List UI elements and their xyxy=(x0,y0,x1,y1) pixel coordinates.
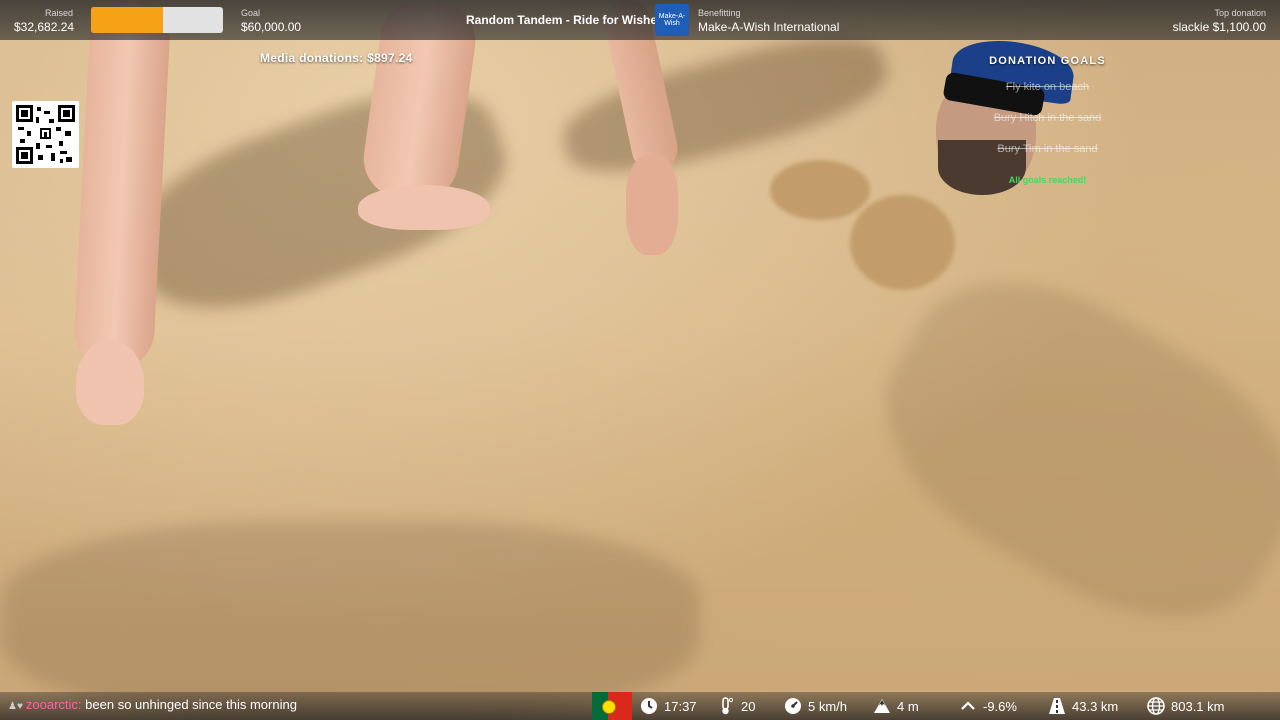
chat-badge-icon: ♟♥ xyxy=(8,701,23,712)
temperature-stat: 20 xyxy=(717,697,755,715)
donation-goals-title: DONATION GOALS xyxy=(989,55,1106,67)
left-leg xyxy=(72,0,172,372)
goals-status: All goals reached! xyxy=(1008,175,1087,185)
time-stat: 17:37 xyxy=(640,697,697,715)
mountain-icon xyxy=(874,699,890,713)
bottom-bar: ♟♥ zooarctic: been so unhinged since this… xyxy=(0,692,1280,720)
altitude-stat: 4 m xyxy=(873,697,919,715)
portugal-flag-icon xyxy=(592,692,632,720)
goal-label: Goal xyxy=(241,8,261,18)
altitude-value: 4 m xyxy=(897,698,919,714)
clock-icon xyxy=(641,698,657,714)
top-donation-value: slackie $1,100.00 xyxy=(1172,20,1266,34)
goal-value: $60,000.00 xyxy=(241,20,302,34)
benefitting-label: Benefitting xyxy=(698,8,741,18)
temperature-value: 20 xyxy=(741,698,756,714)
top-donation-label: Top donation xyxy=(1214,8,1266,18)
thermometer-icon xyxy=(722,697,734,715)
raised-label: Raised xyxy=(45,8,74,18)
chevron-up-icon xyxy=(961,701,975,710)
total-distance-value: 803.1 km xyxy=(1171,698,1225,714)
goal-item: Bury Tim in the sand xyxy=(997,143,1098,155)
distance-stat: 43.3 km xyxy=(1048,697,1118,715)
chat-text: been so unhinged since this morning xyxy=(85,697,297,712)
chat-username: zooarctic: xyxy=(25,697,82,712)
speedometer-icon xyxy=(785,698,801,714)
speed-value: 5 km/h xyxy=(808,698,848,714)
donation-progress-bar xyxy=(91,7,223,33)
goal-item: Fly kite on beach xyxy=(1005,81,1090,93)
left-foot xyxy=(76,340,144,425)
qr-code-icon[interactable] xyxy=(12,101,79,168)
goal-item: Bury Hitch in the sand xyxy=(993,112,1102,124)
globe-icon xyxy=(1147,697,1165,715)
right-foot xyxy=(358,185,490,230)
benefitting-value: Make-A-Wish International xyxy=(698,20,840,34)
speed-stat: 5 km/h xyxy=(784,697,847,715)
media-donations: Media donations: $897.24 xyxy=(260,51,413,65)
qr-code-icon xyxy=(16,105,75,164)
hand xyxy=(626,155,678,255)
make-a-wish-logo: Make-A-Wish xyxy=(655,4,689,36)
progress-fill xyxy=(91,7,163,33)
incline-value: -9.6% xyxy=(983,698,1017,714)
road-icon xyxy=(1049,698,1065,714)
distance-value: 43.3 km xyxy=(1072,698,1119,714)
chat-message: ♟♥ zooarctic: been so unhinged since this… xyxy=(8,697,297,712)
top-bar: Raised $32,682.24 Goal $60,000.00 Random… xyxy=(0,0,1280,40)
time-value: 17:37 xyxy=(664,698,697,714)
total-distance-stat: 803.1 km xyxy=(1147,697,1224,715)
incline-stat: -9.6% xyxy=(959,697,1017,715)
raised-value: $32,682.24 xyxy=(14,20,75,34)
event-title: Random Tandem - Ride for Wishes xyxy=(466,13,664,27)
donation-goals-panel: DONATION GOALS Fly kite on beach Bury Hi… xyxy=(975,55,1120,185)
